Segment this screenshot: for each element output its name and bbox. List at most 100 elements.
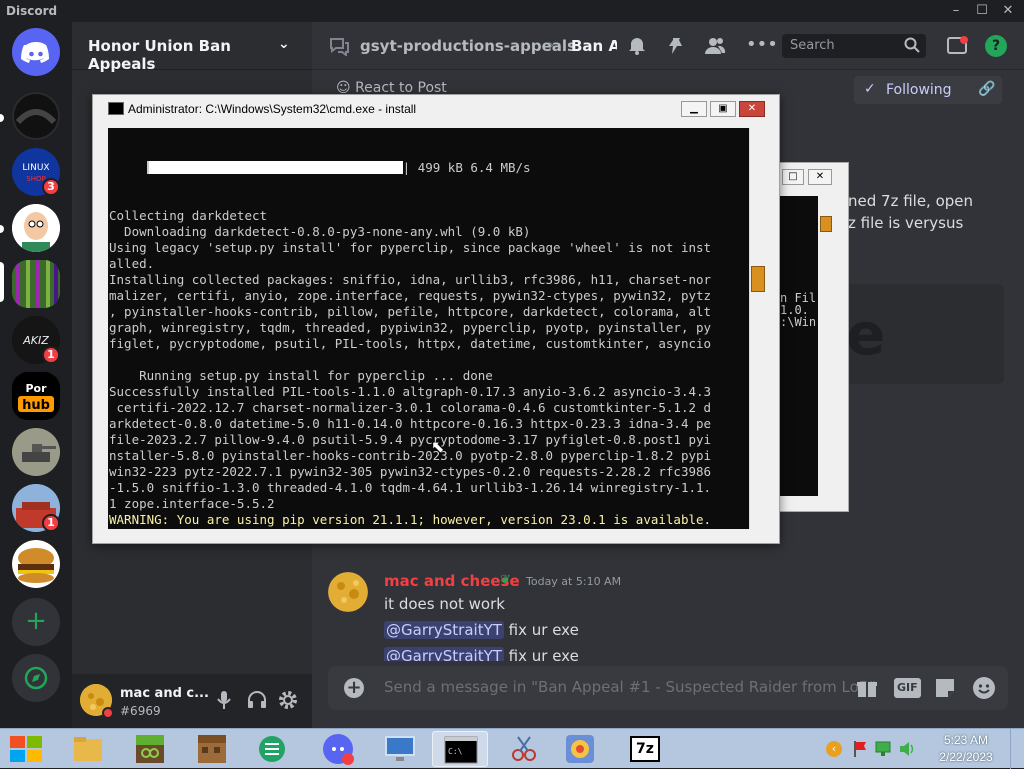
console-line: win32-223 pytz-2022.7.1 pywin32-305 pywi… — [109, 464, 712, 479]
server-icon-tank[interactable] — [12, 428, 60, 476]
discord-home-button[interactable] — [12, 28, 60, 76]
scrollbar[interactable] — [818, 196, 835, 496]
maximize-button[interactable]: ☐ — [972, 2, 992, 20]
user-mention[interactable]: @GarryStraitYT — [384, 621, 504, 639]
cmd-lines: Collecting darkdetect Downloading darkde… — [109, 208, 748, 529]
headphones-icon[interactable] — [247, 691, 267, 709]
message-timestamp: Today at 5:10 AM — [526, 575, 622, 588]
cmd-console-output[interactable]: | 499 kB 6.4 MB/s Collecting darkdetect … — [108, 128, 749, 529]
mouse-cursor-icon: ⬉ — [431, 437, 445, 456]
microphone-icon[interactable] — [216, 690, 232, 710]
add-server-button[interactable]: + — [12, 598, 60, 646]
monitor-icon — [385, 736, 415, 761]
app-titlebar: Discord – ☐ ✕ — [0, 0, 1024, 22]
volume-icon[interactable] — [898, 741, 916, 757]
taskbar-7zip[interactable]: 7z — [618, 731, 674, 767]
message-composer[interactable]: + Send a message in "Ban Appeal #1 - Sus… — [328, 666, 1008, 710]
taskbar-spreadsheet[interactable] — [244, 731, 300, 767]
taskbar-game-app[interactable] — [552, 731, 608, 767]
server-icon-peter[interactable] — [12, 204, 60, 252]
console-line: graph, winregistry, tqdm, threaded, pypi… — [109, 320, 712, 335]
gift-icon[interactable] — [856, 677, 878, 699]
selected-pill — [0, 262, 4, 302]
close-button[interactable]: ✕ — [739, 101, 765, 117]
scroll-thumb[interactable] — [820, 216, 832, 232]
flag-icon[interactable] — [852, 740, 868, 758]
spreadsheet-icon — [259, 736, 285, 762]
console-text: n Fil 1.0. :\Win — [780, 196, 818, 496]
search-icon — [904, 37, 920, 53]
help-icon[interactable]: ? — [985, 35, 1007, 57]
cmd-titlebar[interactable]: Administrator: C:\Windows\System32\cmd.e… — [93, 95, 779, 123]
plus-icon[interactable]: + — [344, 678, 364, 698]
parent-channel-name[interactable]: gsyt-productions-appeals — [360, 37, 576, 55]
emoji-icon[interactable] — [972, 676, 996, 700]
cmd-app-icon — [108, 102, 124, 115]
message-input[interactable]: Send a message in "Ban Appeal #1 - Suspe… — [384, 678, 876, 696]
scrollbar[interactable] — [749, 128, 766, 529]
maximize-button[interactable]: ▣ — [710, 101, 736, 117]
clock-time[interactable]: 5:23 AM — [934, 733, 998, 747]
taskbar-remote-desktop[interactable] — [372, 731, 428, 767]
clock-date[interactable]: 2/22/2023 — [934, 750, 998, 764]
close-button[interactable]: ✕ — [998, 2, 1018, 20]
console-line: nstaller-5.8.0 pyinstaller-hooks-contrib… — [109, 448, 712, 463]
gear-icon[interactable] — [278, 690, 298, 710]
console-line: 1 zope.interface-5.5.2 — [109, 496, 275, 511]
show-desktop-button[interactable] — [1010, 729, 1024, 769]
background-console-window[interactable]: □ ✕ n Fil 1.0. :\Win — [779, 162, 849, 512]
server-icon-1[interactable] — [12, 92, 60, 140]
cmd-window[interactable]: Administrator: C:\Windows\System32\cmd.e… — [92, 94, 780, 544]
following-button[interactable]: Following — [886, 82, 952, 98]
minimize-button[interactable]: ▁ — [681, 101, 707, 117]
badge-count: 1 — [42, 514, 60, 532]
scissors-icon — [512, 736, 536, 761]
chevron-right-icon: › — [548, 35, 555, 54]
taskbar-crafting-table[interactable] — [184, 731, 240, 767]
console-line: , pyinstaller-hooks-contrib, pillow, pef… — [109, 304, 712, 319]
start-button[interactable] — [6, 732, 46, 766]
taskbar-snipping-tool[interactable] — [496, 731, 552, 767]
embed-image[interactable]: e — [844, 284, 1004, 384]
show-hidden-icons-button[interactable]: ‹ — [826, 741, 842, 757]
message-line: it does not work — [384, 595, 505, 613]
server-header[interactable]: Honor Union Ban Appeals ⌄ — [72, 22, 312, 73]
sticker-icon[interactable] — [934, 677, 956, 699]
badge-count: 1 — [42, 346, 60, 364]
svg-text:AKIZ: AKIZ — [22, 334, 49, 347]
scroll-thumb[interactable] — [751, 266, 765, 292]
gif-button[interactable]: GIF — [894, 678, 921, 698]
console-line: arkdetect-0.8.0 datetime-5.0 h11-0.14.0 … — [109, 416, 712, 431]
bell-icon[interactable] — [627, 36, 647, 56]
minecraft-grass-icon — [136, 735, 164, 763]
avatar[interactable] — [328, 572, 368, 612]
post-text-line: z file is verysus — [848, 214, 964, 232]
download-progress-bar — [146, 161, 403, 174]
taskbar-file-explorer[interactable] — [60, 731, 116, 767]
server-name: Honor Union Ban Appeals — [88, 37, 231, 73]
more-options-icon[interactable]: ••• — [746, 34, 778, 55]
taskbar-discord[interactable] — [310, 731, 366, 767]
server-icon-honor-union[interactable] — [12, 260, 60, 308]
console-line: alled. — [109, 256, 155, 271]
pin-icon[interactable] — [666, 36, 686, 56]
link-icon[interactable]: 🔗 — [978, 81, 995, 97]
explore-servers-button[interactable] — [12, 654, 60, 702]
taskbar-minecraft-launcher[interactable] — [122, 731, 178, 767]
minimize-button[interactable]: – — [946, 2, 966, 20]
progress-text: 499 kB 6.4 MB/s — [417, 160, 531, 175]
maximize-button[interactable]: □ — [782, 169, 804, 185]
server-icon-burger[interactable] — [12, 540, 60, 588]
user-mention[interactable]: @GarryStraitYT — [384, 647, 504, 661]
server-icon-hub[interactable]: Por hub — [12, 372, 60, 420]
taskbar-cmd[interactable]: C:\ — [432, 731, 488, 767]
search-input[interactable]: Search — [782, 34, 926, 58]
console-line: -1.5.0 sniffio-1.3.0 threaded-4.1.0 tqdm… — [109, 480, 712, 495]
message-line: @GarryStraitYT fix ur exe — [384, 621, 579, 639]
inbox-icon[interactable] — [946, 36, 968, 56]
members-icon[interactable] — [704, 36, 726, 56]
close-button[interactable]: ✕ — [808, 169, 832, 185]
user-tag: #6969 — [120, 704, 161, 718]
network-icon[interactable] — [874, 741, 892, 757]
